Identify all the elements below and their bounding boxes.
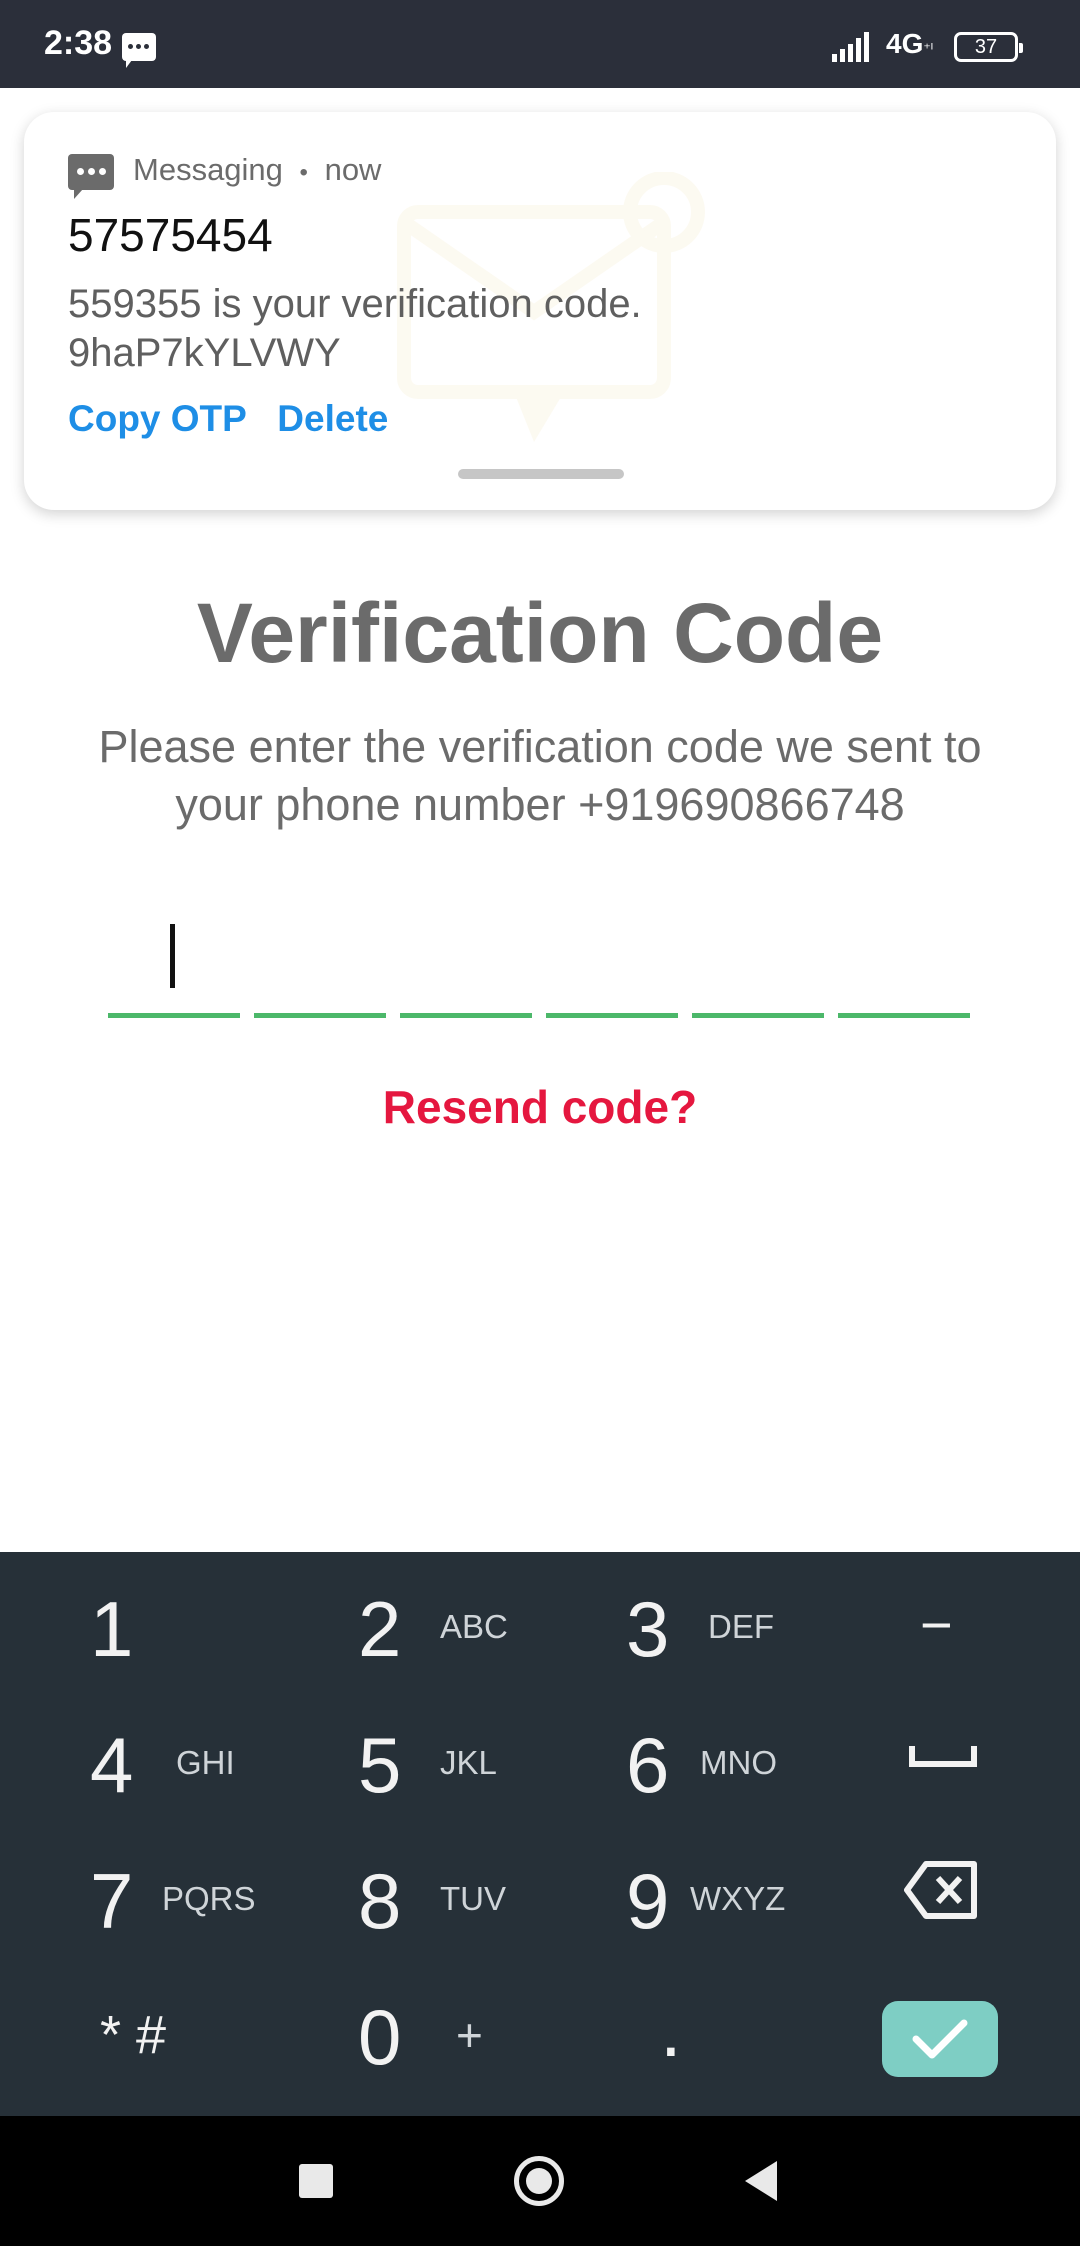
otp-digit-field[interactable]	[838, 898, 970, 1018]
otp-digit-field[interactable]	[546, 898, 678, 1018]
key-digit: 1	[90, 1585, 134, 1673]
text-cursor	[170, 924, 175, 988]
key-8[interactable]: 8 TUV	[358, 1824, 588, 1954]
notification-body-line: 9haP7kYLVWY	[68, 331, 341, 375]
sms-notification[interactable]: Messaging • now 57575454 559355 is your …	[24, 112, 1056, 510]
notification-time: now	[324, 152, 382, 187]
recent-apps-icon[interactable]	[299, 2164, 333, 2198]
key-letters: PQRS	[162, 1880, 256, 1917]
otp-digit-field[interactable]	[108, 898, 240, 1018]
otp-digit-field[interactable]	[400, 898, 532, 1018]
key-dot[interactable]: .	[660, 1960, 760, 2090]
notification-body: 559355 is your verification code. 9haP7k…	[68, 280, 768, 378]
status-time: 2:38	[44, 24, 113, 62]
key-6[interactable]: 6 MNO	[626, 1688, 856, 1818]
key-7[interactable]: 7 PQRS	[90, 1824, 320, 1954]
network-sub: ⁺ᴵ	[923, 40, 934, 56]
key-backspace[interactable]	[900, 1824, 1020, 1954]
notification-sender: 57575454	[68, 209, 273, 261]
key-digit: 4	[90, 1721, 134, 1809]
key-minus[interactable]: −	[920, 1552, 1040, 1682]
network-label: 4G	[886, 28, 924, 59]
otp-digit-field[interactable]	[254, 898, 386, 1018]
home-icon[interactable]	[514, 2156, 564, 2206]
battery-icon: 37	[954, 32, 1023, 62]
status-bar: 2:38 4G⁺ᴵ 37	[0, 0, 1080, 88]
space-icon	[909, 1746, 977, 1767]
key-space[interactable]	[900, 1688, 1020, 1818]
key-digit: .	[660, 1985, 682, 2073]
backspace-icon	[904, 1861, 977, 1919]
key-letters: +	[456, 2009, 483, 2061]
notification-app-name: Messaging	[133, 152, 283, 187]
resend-code-link[interactable]: Resend code?	[0, 1080, 1080, 1134]
notification-separator: •	[299, 159, 308, 186]
notification-header: Messaging • now	[133, 152, 381, 188]
delete-button[interactable]: Delete	[277, 398, 388, 439]
otp-input-group[interactable]	[108, 898, 972, 1018]
key-1[interactable]: 1	[90, 1552, 320, 1682]
key-star-hash[interactable]: * #	[100, 1960, 300, 2090]
key-digit: 6	[626, 1721, 670, 1809]
key-9[interactable]: 9 WXYZ	[626, 1824, 856, 1954]
otp-digit-field[interactable]	[692, 898, 824, 1018]
key-digit: 0	[358, 1993, 402, 2081]
message-icon	[122, 33, 156, 68]
signal-icon	[832, 32, 876, 62]
navigation-bar	[0, 2116, 1080, 2246]
numeric-keypad: 1 2 ABC 3 DEF − 4 GHI 5 JKL 6 MNO 7 PQRS 8 TUV …	[0, 1552, 1080, 2116]
confirm-button[interactable]	[882, 2001, 998, 2077]
minus-icon: −	[920, 1593, 953, 1656]
key-5[interactable]: 5 JKL	[358, 1688, 588, 1818]
key-letters: MNO	[700, 1744, 777, 1781]
key-letters: DEF	[708, 1608, 774, 1645]
messaging-app-icon	[68, 154, 114, 199]
network-type: 4G⁺ᴵ	[886, 28, 933, 60]
key-digit: 7	[90, 1857, 134, 1945]
key-letters: GHI	[176, 1744, 235, 1781]
key-letters: WXYZ	[690, 1880, 786, 1917]
key-digit: * #	[100, 2005, 167, 2065]
page-title: Verification Code	[196, 586, 884, 680]
back-icon[interactable]	[745, 2161, 777, 2201]
key-letters: JKL	[440, 1744, 497, 1781]
key-2[interactable]: 2 ABC	[358, 1552, 588, 1682]
check-icon	[912, 2019, 968, 2059]
key-digit: 3	[626, 1585, 670, 1673]
key-letters: TUV	[440, 1880, 506, 1917]
key-4[interactable]: 4 GHI	[90, 1688, 320, 1818]
key-digit: 2	[358, 1585, 402, 1673]
copy-otp-button[interactable]: Copy OTP	[68, 398, 247, 439]
page-subtitle: Please enter the verification code we se…	[98, 721, 982, 830]
key-digit: 8	[358, 1857, 402, 1945]
key-0[interactable]: 0 +	[358, 1960, 588, 2090]
key-digit: 5	[358, 1721, 402, 1809]
key-3[interactable]: 3 DEF	[626, 1552, 856, 1682]
notification-drag-handle[interactable]	[458, 469, 624, 479]
notification-body-line: 559355 is your verification code.	[68, 282, 642, 326]
key-letters: ABC	[440, 1608, 508, 1645]
notification-actions: Copy OTP Delete	[68, 398, 414, 440]
key-digit: 9	[626, 1857, 670, 1945]
